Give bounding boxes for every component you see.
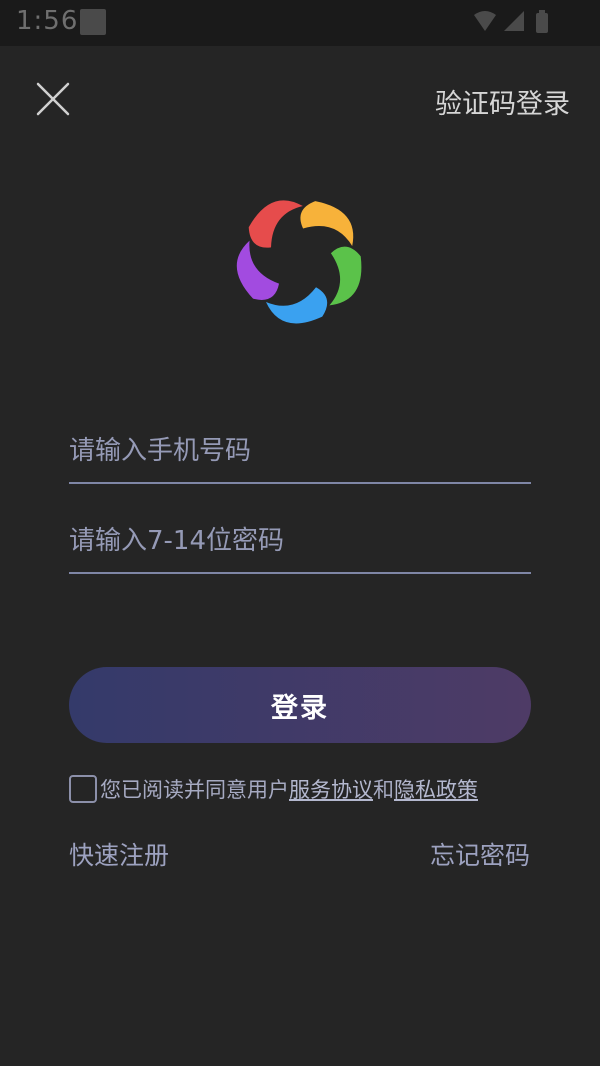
app-logo [230, 190, 370, 330]
agreement-row: 您已阅读并同意用户 服务协议 和 隐私政策 [69, 773, 478, 805]
wifi-icon [474, 11, 496, 31]
service-agreement-link[interactable]: 服务协议 [289, 774, 373, 804]
agreement-conjunction: 和 [373, 778, 394, 802]
status-icons [470, 9, 550, 35]
agreement-checkbox[interactable] [69, 775, 97, 803]
notification-icon [80, 9, 106, 35]
sms-login-link[interactable]: 验证码登录 [435, 82, 570, 121]
signal-icon [504, 11, 524, 31]
close-button[interactable] [34, 80, 72, 118]
password-field[interactable] [69, 510, 531, 574]
logo-blade [329, 246, 362, 306]
logo-blade [300, 201, 354, 247]
phone-field[interactable] [69, 420, 531, 484]
status-time: 1:56 [16, 6, 79, 36]
password-input[interactable] [69, 510, 531, 572]
login-button[interactable]: 登录 [69, 667, 531, 743]
logo-blade [248, 200, 303, 248]
close-icon [36, 82, 70, 116]
phone-input[interactable] [69, 420, 531, 482]
privacy-policy-link[interactable]: 隐私政策 [394, 774, 478, 804]
battery-icon [536, 10, 548, 33]
status-bar: 1:56 [0, 0, 600, 46]
agreement-prefix: 您已阅读并同意用户 [100, 778, 289, 802]
pinwheel-logo-icon [236, 200, 362, 324]
quick-register-link[interactable]: 快速注册 [69, 836, 169, 872]
logo-blade [236, 240, 280, 300]
forgot-password-link[interactable]: 忘记密码 [430, 836, 530, 872]
